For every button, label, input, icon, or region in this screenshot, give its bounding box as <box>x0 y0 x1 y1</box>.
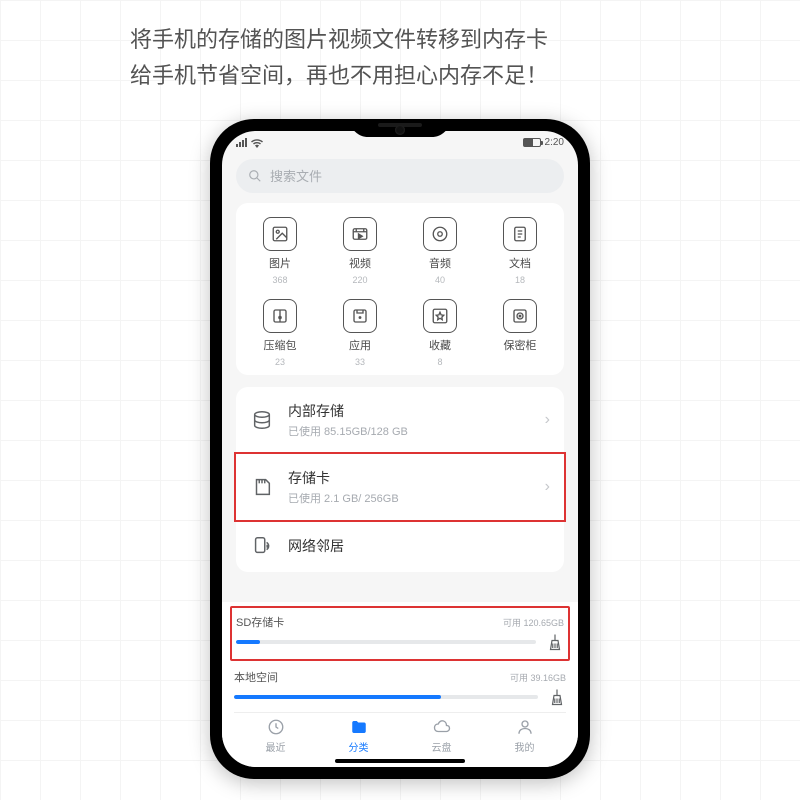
usage-bar <box>236 640 536 644</box>
search-icon <box>248 169 262 183</box>
storage-title: 网络邻居 <box>288 536 550 556</box>
category-count: 40 <box>435 275 445 285</box>
category-label: 文档 <box>509 255 531 271</box>
storage-title: 内部存储 <box>288 401 531 421</box>
clean-icon[interactable] <box>548 688 566 706</box>
category-apps[interactable]: 应用 33 <box>320 299 400 367</box>
video-icon <box>343 217 377 251</box>
archive-icon <box>263 299 297 333</box>
headline: 将手机的存储的图片视频文件转移到内存卡 给手机节省空间，再也不用担心内存不足！ <box>0 0 800 95</box>
person-icon <box>515 717 535 737</box>
star-icon <box>423 299 457 333</box>
category-video[interactable]: 视频 220 <box>320 217 400 285</box>
tab-label: 最近 <box>266 739 286 754</box>
category-count: 18 <box>515 275 525 285</box>
headline-line-1: 将手机的存储的图片视频文件转移到内存卡 <box>130 22 740 58</box>
category-label: 压缩包 <box>264 337 297 353</box>
chevron-right-icon: › <box>545 478 550 496</box>
phone-camera <box>395 125 405 135</box>
usage-fill-local <box>234 695 441 699</box>
category-label: 收藏 <box>429 337 451 353</box>
usage-sd[interactable]: SD存储卡 可用 120.65GB <box>236 610 564 657</box>
tab-me[interactable]: 我的 <box>483 717 566 754</box>
category-favorites[interactable]: 收藏 8 <box>400 299 480 367</box>
chevron-right-icon: › <box>545 411 550 429</box>
usage-fill-sd <box>236 640 260 644</box>
category-count: 220 <box>352 275 367 285</box>
category-label: 应用 <box>349 337 371 353</box>
internal-storage-icon <box>250 408 274 432</box>
home-indicator[interactable] <box>335 759 465 763</box>
usage-title: 本地空间 <box>234 669 278 685</box>
tab-label: 分类 <box>349 739 369 754</box>
tab-label: 云盘 <box>432 739 452 754</box>
search-input[interactable]: 搜索文件 <box>236 159 564 193</box>
category-document[interactable]: 文档 18 <box>480 217 560 285</box>
category-audio[interactable]: 音频 40 <box>400 217 480 285</box>
category-safe[interactable]: 保密柜 <box>480 299 560 367</box>
usage-available: 可用 120.65GB <box>503 616 564 629</box>
search-placeholder: 搜索文件 <box>270 166 322 185</box>
clock-icon <box>266 717 286 737</box>
network-icon <box>250 534 274 558</box>
document-icon <box>503 217 537 251</box>
folder-icon <box>349 717 369 737</box>
usage-local[interactable]: 本地空间 可用 39.16GB <box>234 665 566 712</box>
phone-mockup: 2:20 搜索文件 图片 368 视频 220 <box>210 119 590 779</box>
image-icon <box>263 217 297 251</box>
category-count: 8 <box>437 357 442 367</box>
phone-screen: 2:20 搜索文件 图片 368 视频 220 <box>222 131 578 767</box>
audio-icon <box>423 217 457 251</box>
storage-network[interactable]: 网络邻居 <box>236 520 564 572</box>
storage-title: 存储卡 <box>288 468 531 488</box>
headline-line-2: 给手机节省空间，再也不用担心内存不足！ <box>130 58 740 94</box>
tab-bar: 最近 分类 云盘 我的 <box>234 712 566 756</box>
category-image[interactable]: 图片 368 <box>240 217 320 285</box>
usage-sd-highlight: SD存储卡 可用 120.65GB <box>230 606 570 661</box>
category-label: 图片 <box>269 255 291 271</box>
signal-icon <box>236 138 247 147</box>
usage-bar <box>234 695 538 699</box>
usage-title: SD存储卡 <box>236 614 284 630</box>
tab-recent[interactable]: 最近 <box>234 717 317 754</box>
category-count: 368 <box>272 275 287 285</box>
category-archive[interactable]: 压缩包 23 <box>240 299 320 367</box>
status-time: 2:20 <box>545 137 564 148</box>
category-label: 音频 <box>429 255 451 271</box>
tab-label: 我的 <box>515 739 535 754</box>
category-label: 视频 <box>349 255 371 271</box>
category-grid: 图片 368 视频 220 音频 40 文档 <box>240 217 560 367</box>
category-count: 33 <box>355 357 365 367</box>
category-count: 23 <box>275 357 285 367</box>
usage-panel: SD存储卡 可用 120.65GB 本地空间 可用 39.16GB <box>222 602 578 767</box>
battery-icon <box>523 138 541 147</box>
app-icon <box>343 299 377 333</box>
category-card: 图片 368 视频 220 音频 40 文档 <box>236 203 564 375</box>
sd-card-icon <box>250 475 274 499</box>
storage-sub: 已使用 2.1 GB/ 256GB <box>288 490 531 506</box>
category-label: 保密柜 <box>504 337 537 353</box>
storage-internal[interactable]: 内部存储 已使用 85.15GB/128 GB › <box>236 387 564 454</box>
safe-icon <box>503 299 537 333</box>
cloud-icon <box>432 717 452 737</box>
storage-sub: 已使用 85.15GB/128 GB <box>288 423 531 439</box>
tab-category[interactable]: 分类 <box>317 717 400 754</box>
wifi-icon <box>251 138 263 148</box>
tab-cloud[interactable]: 云盘 <box>400 717 483 754</box>
usage-available: 可用 39.16GB <box>510 671 566 684</box>
storage-sd-card[interactable]: 存储卡 已使用 2.1 GB/ 256GB › <box>234 452 566 522</box>
clean-icon[interactable] <box>546 633 564 651</box>
storage-list: 内部存储 已使用 85.15GB/128 GB › 存储卡 已使用 2.1 GB… <box>236 387 564 572</box>
